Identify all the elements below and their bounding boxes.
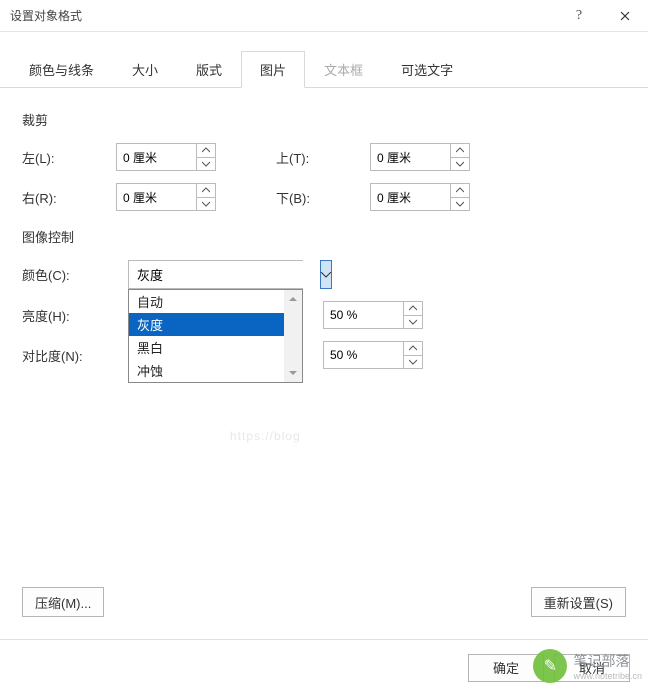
color-dropdown-list[interactable]: 自动 灰度 黑白 冲蚀 [128,289,303,383]
tab-alt-text[interactable]: 可选文字 [382,51,472,88]
contrast-up[interactable] [403,341,423,356]
crop-top-up[interactable] [450,143,470,158]
crop-bottom-up[interactable] [450,183,470,198]
watermark-logo-icon: ✎ [533,649,567,683]
window-buttons: ? [556,0,648,32]
contrast-down[interactable] [403,356,423,370]
brightness-label: 亮度(H): [22,306,128,325]
chevron-up-icon [456,187,464,193]
chevron-up-icon [202,187,210,193]
brightness-down[interactable] [403,316,423,330]
tab-picture[interactable]: 图片 [241,51,305,88]
title-bar: 设置对象格式 ? [0,0,648,32]
crop-right-input[interactable] [116,183,196,211]
close-button[interactable] [602,0,648,32]
chevron-up-icon [289,296,297,302]
crop-row-bottom: 右(R): 下(B): [22,183,626,211]
crop-left-spinner[interactable] [116,143,216,171]
crop-left-input[interactable] [116,143,196,171]
crop-top-down[interactable] [450,158,470,172]
tab-layout[interactable]: 版式 [177,51,241,88]
crop-left-label: 左(L): [22,148,116,167]
color-row: 颜色(C): 自动 灰度 黑白 冲蚀 [22,260,626,289]
scroll-down[interactable] [284,364,302,382]
chevron-up-icon [409,345,417,351]
tab-bar: 颜色与线条 大小 版式 图片 文本框 可选文字 [0,32,648,88]
tab-size[interactable]: 大小 [113,51,177,88]
contrast-spinner[interactable] [323,341,423,369]
watermark-faint: https://blog [230,429,301,443]
crop-bottom-input[interactable] [370,183,450,211]
crop-bottom-label: 下(B): [276,188,370,207]
panel-button-row: 压缩(M)... 重新设置(S) [22,587,626,617]
crop-right-up[interactable] [196,183,216,198]
crop-right-spinner[interactable] [116,183,216,211]
color-label: 颜色(C): [22,265,128,284]
crop-left-down[interactable] [196,158,216,172]
chevron-down-icon [456,161,464,167]
watermark-text: 笔记部落 www.notetribe.cn [573,651,642,681]
crop-top-input[interactable] [370,143,450,171]
color-option-washout[interactable]: 冲蚀 [129,359,302,382]
dropdown-scrollbar[interactable] [284,290,302,382]
crop-top-spinner[interactable] [370,143,470,171]
chevron-up-icon [456,147,464,153]
chevron-down-icon [289,370,297,376]
crop-left-up[interactable] [196,143,216,158]
chevron-up-icon [202,147,210,153]
color-combo[interactable]: 自动 灰度 黑白 冲蚀 [128,260,303,289]
brightness-input[interactable] [323,301,403,329]
compress-button[interactable]: 压缩(M)... [22,587,104,617]
brightness-up[interactable] [403,301,423,316]
brightness-spinner[interactable] [323,301,423,329]
image-control-title: 图像控制 [22,227,626,246]
window-title: 设置对象格式 [10,7,82,24]
color-option-auto[interactable]: 自动 [129,290,302,313]
crop-right-down[interactable] [196,198,216,212]
crop-top-label: 上(T): [276,148,370,167]
crop-right-label: 右(R): [22,188,116,207]
crop-bottom-spinner[interactable] [370,183,470,211]
help-button[interactable]: ? [556,0,602,32]
brightness-row: 亮度(H): [22,301,626,329]
scroll-track[interactable] [284,308,302,364]
color-option-bw[interactable]: 黑白 [129,336,302,359]
color-option-grayscale[interactable]: 灰度 [129,313,302,336]
watermark: ✎ 笔记部落 www.notetribe.cn [533,649,642,683]
chevron-down-icon [202,201,210,207]
contrast-input[interactable] [323,341,403,369]
color-input[interactable] [129,261,321,288]
chevron-down-icon [409,359,417,365]
crop-bottom-down[interactable] [450,198,470,212]
reset-button[interactable]: 重新设置(S) [531,587,626,617]
chevron-down-icon [409,319,417,325]
crop-section-title: 裁剪 [22,110,626,129]
crop-row-top: 左(L): 上(T): [22,143,626,171]
scroll-up[interactable] [284,290,302,308]
chevron-down-icon [321,272,331,278]
close-icon [620,11,630,21]
tab-colors-lines[interactable]: 颜色与线条 [10,51,113,88]
chevron-up-icon [409,305,417,311]
chevron-down-icon [456,201,464,207]
chevron-down-icon [202,161,210,167]
contrast-row: 对比度(N): [22,341,626,369]
color-dropdown-button[interactable] [320,260,332,289]
tab-textbox: 文本框 [305,51,382,88]
contrast-label: 对比度(N): [22,346,128,365]
picture-panel: 裁剪 左(L): 上(T): 右(R): [0,88,648,399]
